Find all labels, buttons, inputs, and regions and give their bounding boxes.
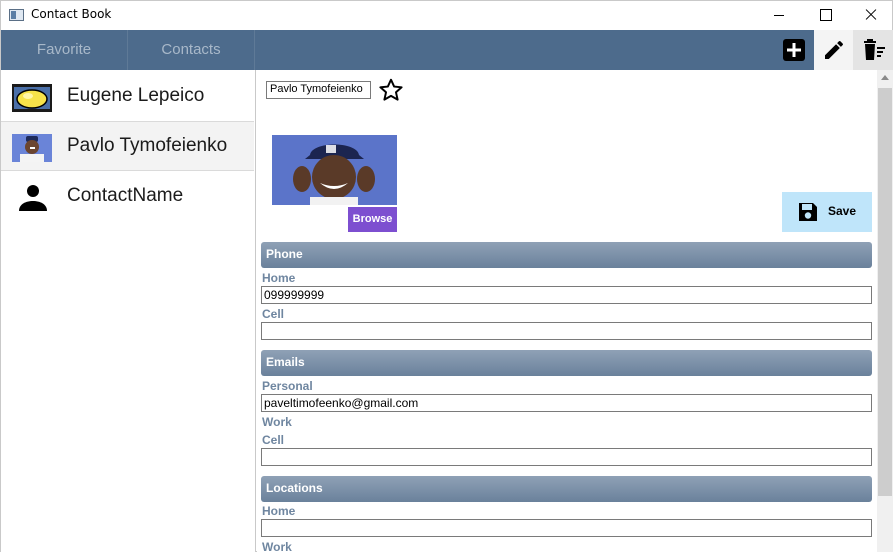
save-label: Save [828, 204, 857, 218]
scroll-up-arrow-icon[interactable] [881, 75, 889, 80]
field-label-phone-cell: Cell [262, 307, 285, 321]
top-navigation: Favorite Contacts [1, 30, 893, 70]
contact-list: Eugene Lepeico Pavlo Tymofeienko Contact… [1, 70, 256, 552]
location-home-input[interactable] [261, 519, 872, 537]
maximize-button[interactable] [802, 1, 848, 30]
field-label-phone-home: Home [262, 271, 296, 285]
add-contact-button[interactable] [774, 30, 814, 70]
vertical-scrollbar[interactable] [877, 70, 893, 552]
contact-name: Pavlo Tymofeienko [67, 135, 228, 156]
window-title: Contact Book [31, 7, 112, 21]
tab-favorite[interactable]: Favorite [1, 30, 127, 70]
app-icon [9, 9, 24, 21]
contact-name: ContactName [67, 185, 184, 206]
field-label-email-work: Work [262, 415, 292, 429]
close-button[interactable] [848, 1, 893, 30]
delete-contact-button[interactable] [853, 30, 893, 70]
favorite-toggle[interactable] [378, 77, 404, 107]
field-label-location-home: Home [262, 504, 296, 518]
avatar [12, 134, 52, 162]
contact-list-item[interactable]: Pavlo Tymofeienko [1, 121, 254, 171]
email-cell-input[interactable] [261, 448, 872, 466]
edit-contact-button[interactable] [814, 30, 854, 70]
scrollbar-thumb[interactable] [878, 88, 892, 496]
phone-cell-input[interactable] [261, 322, 872, 340]
phone-home-input[interactable]: 099999999 [261, 286, 872, 304]
add-icon [783, 39, 805, 61]
section-header-phone: Phone [261, 242, 872, 268]
contact-list-item[interactable]: ContactName [1, 172, 254, 222]
field-label-location-work: Work [262, 540, 292, 552]
section-header-emails: Emails [261, 350, 872, 376]
floppy-disk-icon [799, 203, 817, 221]
save-button[interactable]: Save [782, 192, 872, 232]
edit-icon [825, 40, 844, 59]
star-icon [379, 78, 403, 101]
contact-list-item[interactable]: Eugene Lepeico [1, 72, 254, 122]
tab-contacts[interactable]: Contacts [127, 30, 255, 70]
contact-detail: Pavlo Tymofeienko Browse Save Phone Home… [257, 70, 877, 552]
contact-name: Eugene Lepeico [67, 85, 205, 106]
app-window: Contact Book Favorite Contacts Eugene Le… [0, 0, 893, 552]
delete-icon [864, 39, 885, 60]
person-icon [12, 184, 52, 212]
email-personal-input[interactable]: paveltimofeenko@gmail.com [261, 394, 872, 412]
title-bar: Contact Book [1, 1, 892, 30]
browse-photo-button[interactable]: Browse [348, 207, 397, 232]
minimize-button[interactable] [756, 1, 802, 30]
field-label-email-personal: Personal [262, 379, 313, 393]
contact-name-input[interactable]: Pavlo Tymofeienko [266, 81, 371, 99]
avatar [12, 84, 52, 112]
section-header-locations: Locations [261, 476, 872, 502]
field-label-email-cell: Cell [262, 433, 285, 447]
contact-photo [272, 135, 397, 205]
